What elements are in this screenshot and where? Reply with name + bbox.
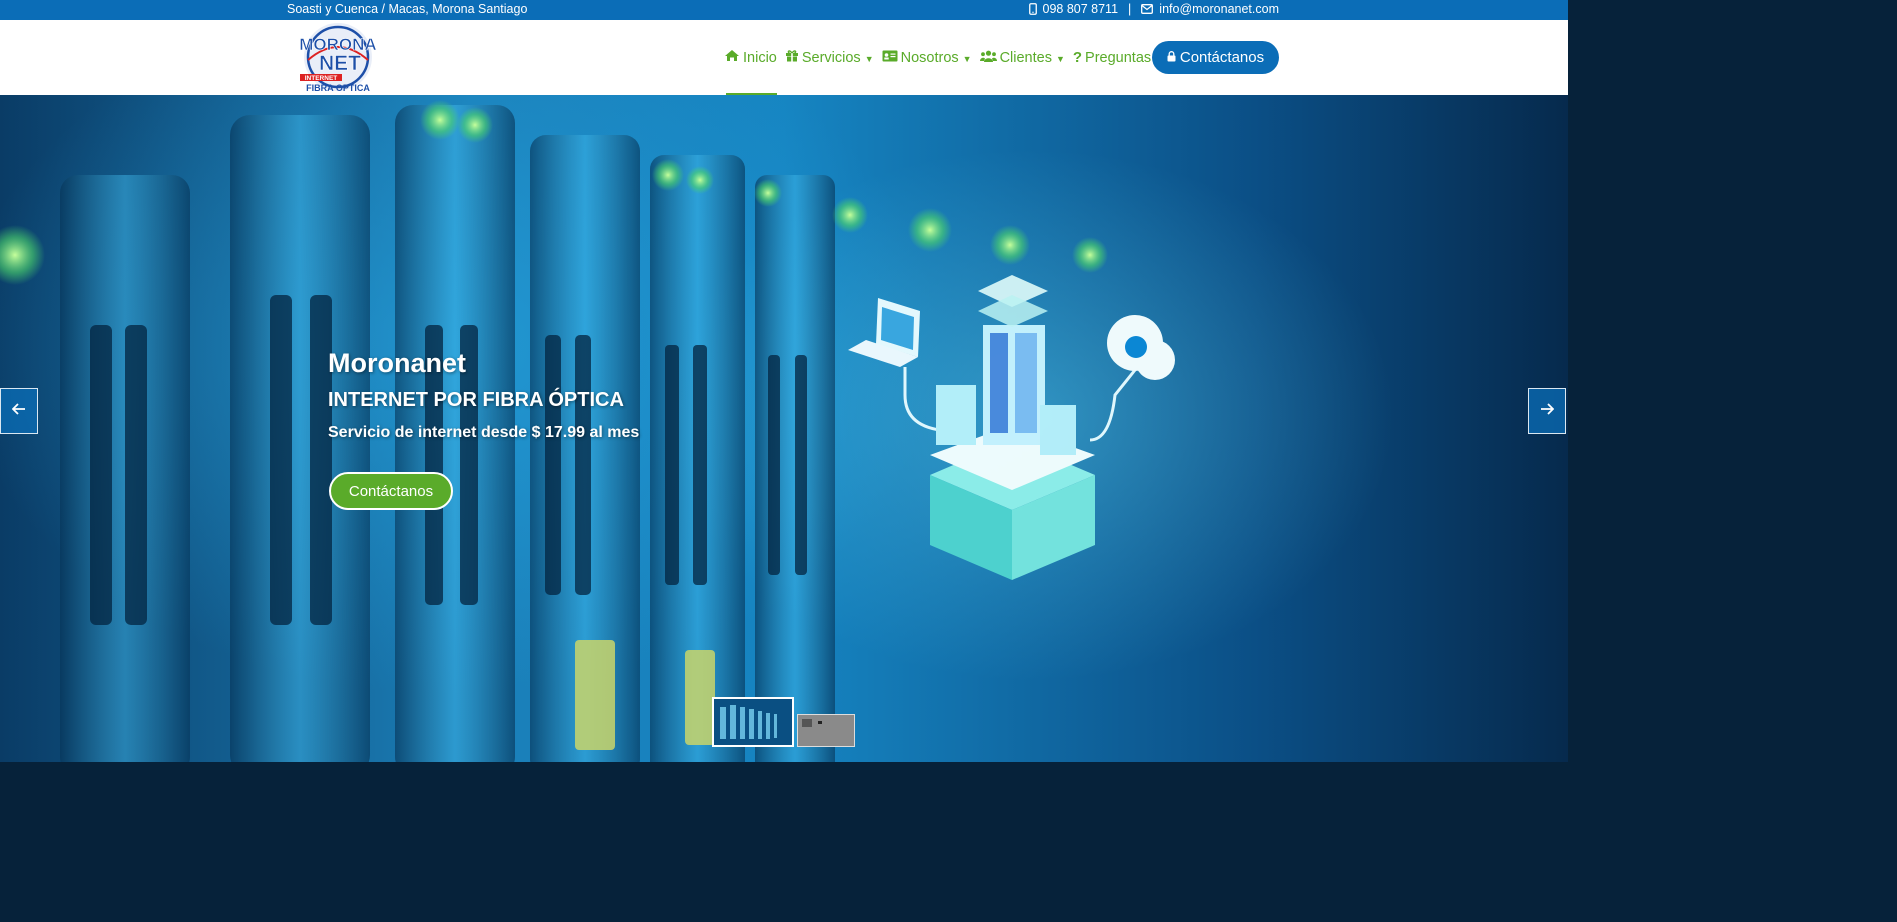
network-illustration: [848, 275, 1175, 580]
hero-contact-button[interactable]: Contáctanos: [329, 472, 453, 510]
nav-label-nosotros: Nosotros: [900, 49, 959, 66]
top-info-bar: Soasti y Cuenca / Macas, Morona Santiago…: [0, 0, 1568, 20]
main-navbar: MORONA NET INTERNET FIBRA OPTICA Inicio …: [0, 20, 1568, 95]
caret-down-icon: ▼: [1055, 54, 1065, 64]
hero-subtitle: INTERNET POR FIBRA ÓPTICA: [328, 389, 624, 411]
envelope-icon: [1141, 4, 1154, 14]
svg-text:FIBRA OPTICA: FIBRA OPTICA: [306, 83, 370, 93]
users-icon: [979, 50, 997, 66]
question-icon: ?: [1072, 49, 1083, 66]
slider-prev-button[interactable]: [0, 388, 38, 434]
svg-text:NET: NET: [319, 52, 361, 75]
nav-item-nosotros[interactable]: Nosotros ▼: [882, 20, 972, 95]
nav-label-servicios: Servicios: [801, 49, 861, 66]
gift-icon: [785, 49, 799, 66]
arrow-right-icon: [1540, 402, 1555, 420]
separator: |: [1128, 2, 1132, 16]
hero-slider: Moronanet INTERNET POR FIBRA ÓPTICA Serv…: [0, 95, 1568, 762]
nav-label-inicio: Inicio: [743, 49, 777, 66]
slider-next-button[interactable]: [1528, 388, 1566, 434]
slide-thumbnail-1[interactable]: [712, 697, 794, 747]
nav-item-inicio[interactable]: Inicio: [724, 20, 777, 95]
server-racks-background-image: [0, 100, 1175, 762]
nav-label-preguntas: Preguntas: [1085, 49, 1152, 66]
svg-text:INTERNET: INTERNET: [305, 75, 338, 82]
nav-item-preguntas[interactable]: ? Preguntas: [1073, 20, 1151, 95]
nav-label-clientes: Clientes: [999, 49, 1052, 66]
moronanet-logo[interactable]: MORONA NET INTERNET FIBRA OPTICA: [298, 22, 380, 94]
hero-caption: Moronanet INTERNET POR FIBRA ÓPTICA Serv…: [328, 347, 639, 443]
caret-down-icon: ▼: [962, 54, 972, 64]
contact-info: 098 807 8711 | info@moronanet.com: [1028, 1, 1279, 17]
caret-down-icon: ▼: [864, 54, 874, 64]
main-menu: Inicio Servicios ▼ Nosotros ▼ Clientes ▼…: [724, 20, 1159, 95]
slide-thumbnail-2[interactable]: [797, 714, 855, 747]
arrow-left-icon: [11, 402, 26, 420]
hero-price-text: Servicio de internet desde $ 17.99 al me…: [328, 424, 640, 441]
mobile-phone-icon: [1028, 3, 1037, 15]
lock-icon: [1167, 49, 1176, 66]
home-icon: [724, 49, 740, 66]
nav-item-servicios[interactable]: Servicios ▼: [785, 20, 874, 95]
address-text: Soasti y Cuenca / Macas, Morona Santiago: [287, 2, 528, 16]
contact-button[interactable]: Contáctanos: [1152, 41, 1279, 74]
contact-button-label: Contáctanos: [1179, 49, 1265, 66]
email-link[interactable]: info@moronanet.com: [1159, 1, 1279, 17]
hero-title: Moronanet: [328, 348, 466, 378]
phone-link[interactable]: 098 807 8711: [1043, 1, 1119, 17]
nav-item-clientes[interactable]: Clientes ▼: [979, 20, 1065, 95]
id-card-icon: [882, 50, 898, 66]
